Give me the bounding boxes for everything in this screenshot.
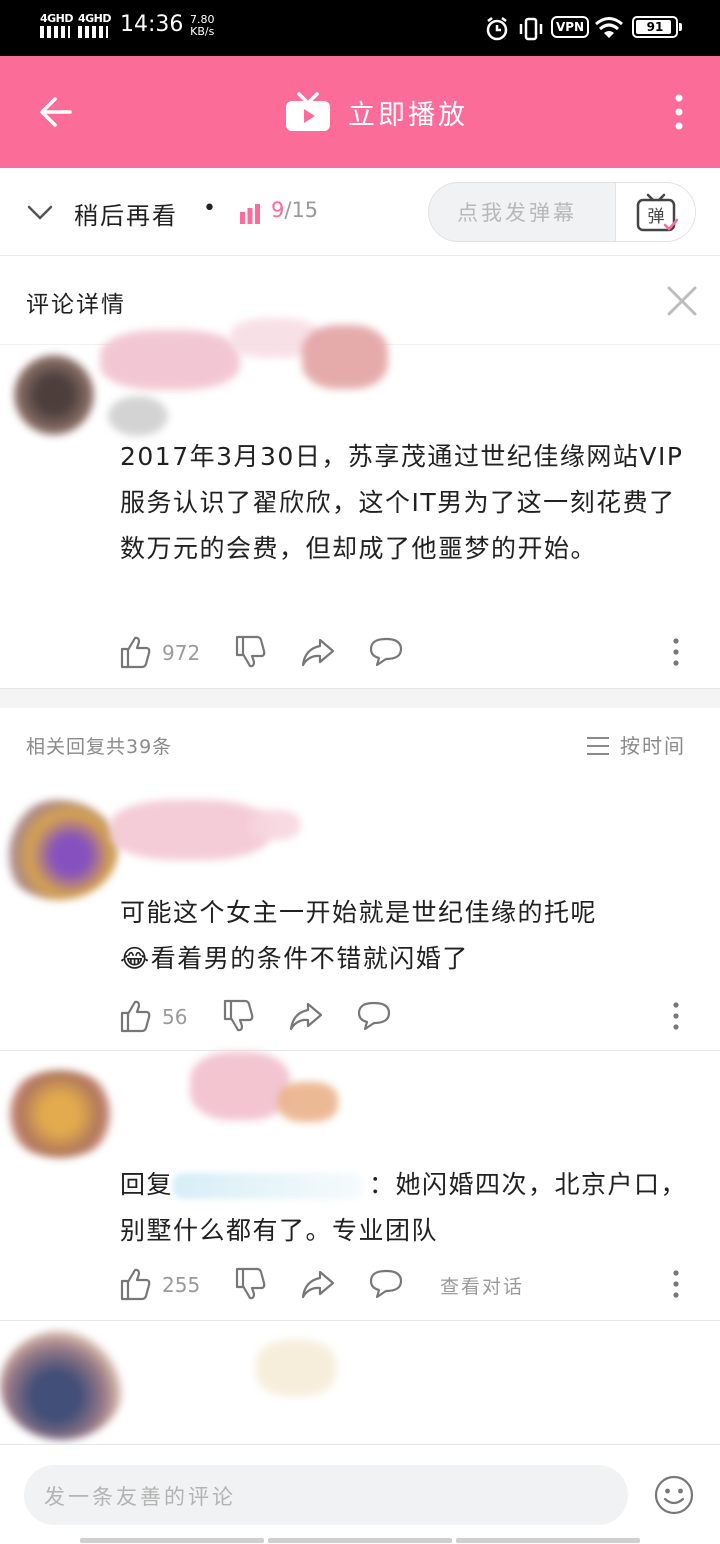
play-now-label: 立即播放 — [348, 99, 468, 131]
close-icon[interactable] — [664, 283, 700, 319]
danmu-input[interactable]: 点我发弹幕 弹 — [428, 182, 696, 242]
thumb-up-icon[interactable] — [118, 634, 152, 670]
gesture-bar — [80, 1538, 640, 1543]
thumb-down-icon[interactable] — [221, 998, 255, 1034]
reply-text: 回复 ：她闪婚四次，北京户口，别墅什么都有了。专业团队 — [120, 1162, 700, 1254]
status-bar: 4GHD 4GHD 14:36 7.80 KB/s VPN 91 — [0, 0, 720, 56]
tv-icon — [286, 92, 330, 131]
reply-target-username-blur[interactable] — [173, 1173, 364, 1199]
comment-input-bar: 发一条友善的评论 — [0, 1444, 720, 1544]
reply-actions: 56 — [0, 998, 720, 1038]
emoji-icon[interactable] — [654, 1475, 694, 1515]
danmu-toggle-button[interactable]: 弹 — [615, 183, 695, 241]
reply-comment-icon[interactable] — [368, 634, 404, 670]
level-badge-blur — [250, 810, 300, 840]
network-speed: 7.80 KB/s — [190, 14, 215, 38]
watch-later-label[interactable]: 稍后再看 — [74, 196, 178, 231]
signal-icon-2: 4GHD — [78, 12, 112, 38]
username-blur[interactable] — [100, 330, 240, 390]
more-vertical-icon[interactable] — [664, 1266, 688, 1302]
playlist-progress: 9/15 — [271, 198, 318, 222]
play-now-button[interactable]: 立即播放 — [284, 90, 468, 134]
username-blur[interactable] — [110, 800, 270, 860]
wifi-icon — [595, 17, 623, 38]
like-count: 255 — [162, 1273, 201, 1297]
danmu-placeholder: 点我发弹幕 — [457, 201, 577, 225]
arrow-left-icon[interactable] — [36, 92, 76, 132]
signal-icon-1: 4GHD — [40, 12, 74, 38]
username-blur[interactable] — [256, 1340, 336, 1396]
thumb-down-icon[interactable] — [233, 1266, 267, 1302]
comment-text: 2017年3月30日，苏享茂通过世纪佳缘网站VIP服务认识了翟欣欣，这个IT男为… — [120, 442, 684, 563]
network-label-2: 4GHD — [78, 12, 112, 25]
thumb-down-icon[interactable] — [233, 634, 267, 670]
speed-unit: KB/s — [190, 25, 215, 38]
reply-comment-icon[interactable] — [356, 998, 392, 1034]
reply-comment-icon[interactable] — [368, 1266, 404, 1302]
replies-header: 相关回复共39条 按时间 — [0, 708, 720, 782]
watch-later-bar: 稍后再看 • 9/15 点我发弹幕 弹 — [0, 168, 720, 256]
reply-actions: 255 查看对话 — [0, 1266, 720, 1306]
reply-text-line1: 可能这个女主一开始就是世纪佳缘的托呢 — [120, 898, 598, 927]
share-icon[interactable] — [300, 1266, 336, 1302]
separator-dot: • — [203, 196, 216, 221]
vibrate-icon — [519, 17, 543, 41]
avatar[interactable] — [14, 355, 94, 435]
comment-input[interactable]: 发一条友善的评论 — [24, 1465, 628, 1525]
view-conversation-link[interactable]: 查看对话 — [440, 1272, 524, 1299]
playlist-bars-icon — [240, 204, 260, 224]
more-vertical-icon[interactable] — [664, 998, 688, 1034]
level-badge-blur — [302, 325, 388, 389]
comment-input-placeholder: 发一条友善的评论 — [44, 1485, 236, 1509]
avatar[interactable] — [2, 1070, 118, 1158]
playlist-current: 9 — [271, 198, 285, 222]
like-count: 972 — [162, 641, 201, 665]
reply-count-label: 相关回复共39条 — [26, 736, 173, 758]
divider — [0, 1320, 720, 1321]
app-header: 立即播放 — [0, 56, 720, 168]
alarm-icon — [486, 17, 508, 41]
sort-icon[interactable] — [586, 735, 610, 757]
comment-actions: 972 — [0, 634, 720, 674]
comment-detail-title: 评论详情 — [26, 292, 126, 318]
thumb-up-icon[interactable] — [118, 1266, 152, 1302]
username-blur[interactable] — [190, 1052, 290, 1120]
sort-by-time-button[interactable]: 按时间 — [620, 730, 686, 759]
divider — [0, 1050, 720, 1051]
playlist-total: /15 — [284, 198, 319, 222]
reply-text: 可能这个女主一开始就是世纪佳缘的托呢 😂看着男的条件不错就闪婚了 — [120, 890, 700, 982]
share-icon[interactable] — [300, 634, 336, 670]
status-time: 14:36 — [120, 12, 184, 37]
danmu-icon-char: 弹 — [648, 207, 665, 227]
danmu-icon: 弹 — [636, 193, 679, 232]
thumb-up-icon[interactable] — [118, 998, 152, 1034]
more-vertical-icon[interactable] — [664, 92, 694, 132]
battery-level: 91 — [646, 20, 664, 34]
vpn-badge: VPN — [551, 16, 589, 38]
level-badge-blur — [278, 1082, 338, 1122]
section-separator — [0, 688, 720, 708]
avatar[interactable] — [0, 800, 118, 900]
reply-text-line2: 😂看着男的条件不错就闪婚了 — [120, 944, 469, 973]
share-icon[interactable] — [288, 998, 324, 1034]
network-label-1: 4GHD — [40, 12, 74, 25]
reply-prefix: 回复 — [120, 1170, 174, 1199]
battery-icon: 91 — [632, 16, 682, 38]
like-count: 56 — [162, 1005, 188, 1029]
user-badge-blur — [108, 396, 168, 436]
more-vertical-icon[interactable] — [664, 634, 688, 670]
avatar[interactable] — [0, 1330, 124, 1440]
chevron-down-icon[interactable] — [26, 200, 54, 224]
